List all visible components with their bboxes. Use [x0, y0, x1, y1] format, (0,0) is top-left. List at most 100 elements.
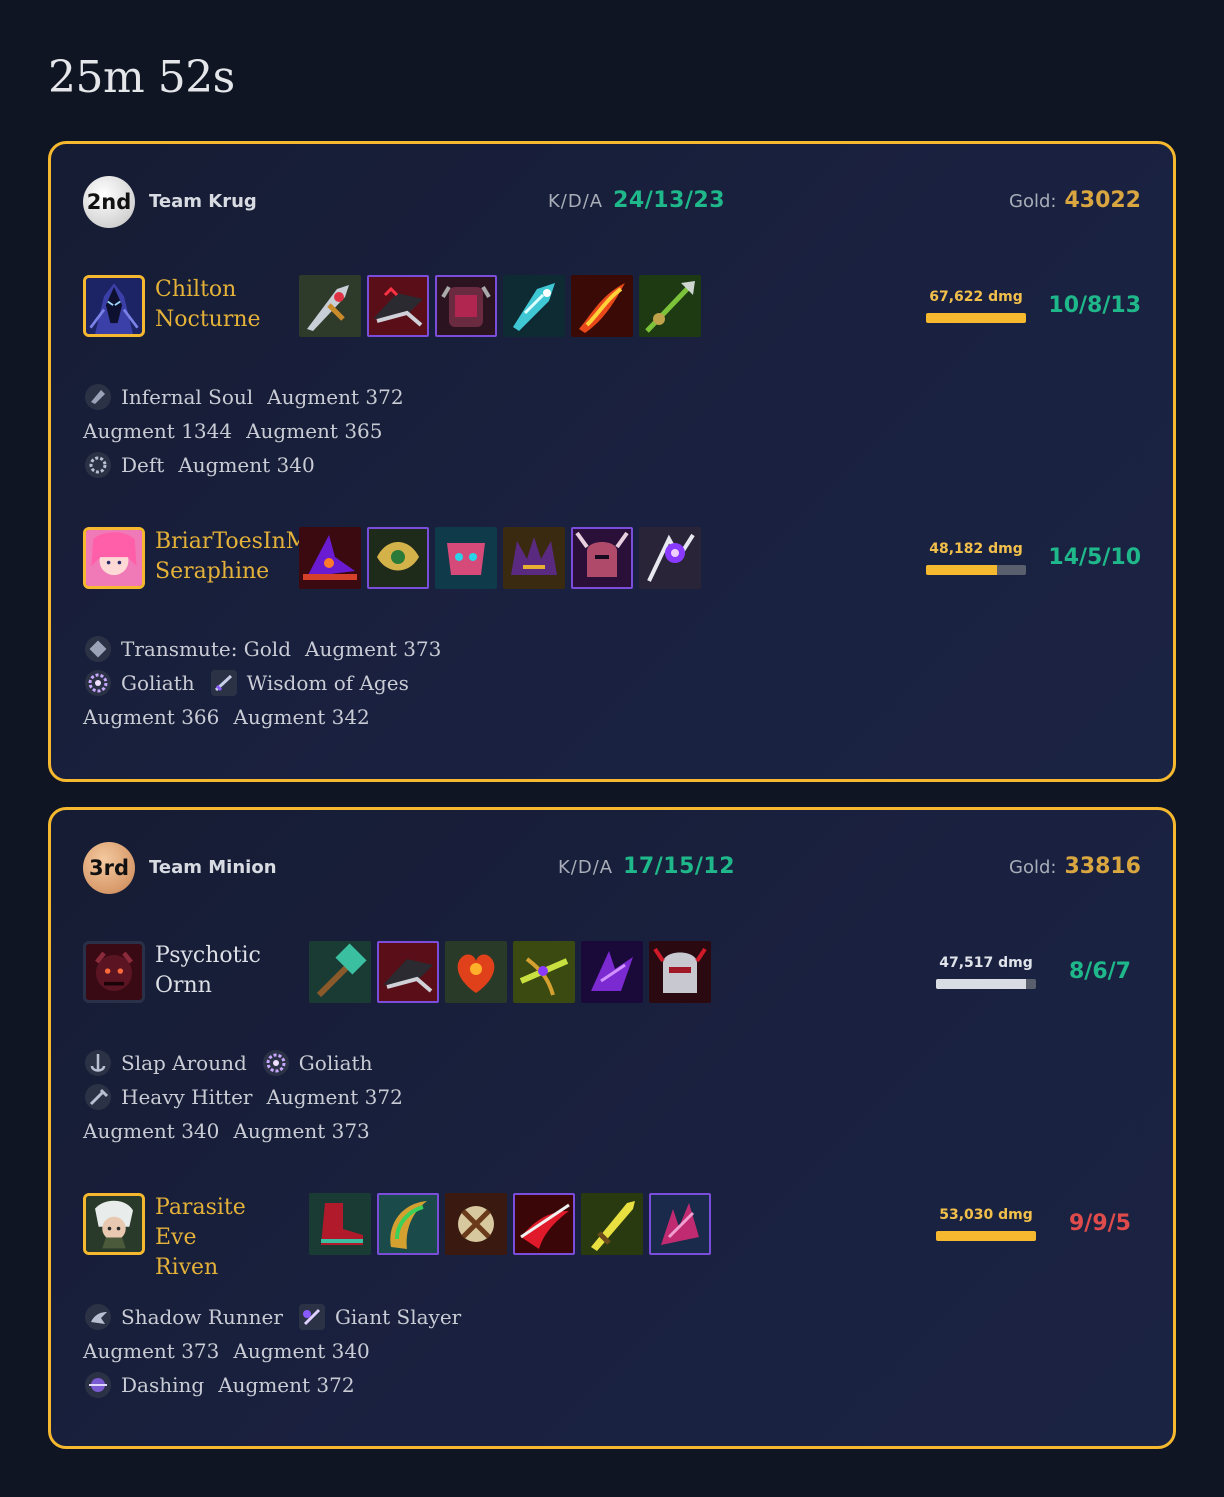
augment-list: Infernal Soul Augment 372 Augment 1344 A…	[83, 380, 418, 482]
augment[interactable]: Augment 1344	[83, 419, 232, 443]
helm-item-icon[interactable]	[649, 941, 711, 1003]
augment[interactable]: Augment 372	[266, 1085, 402, 1109]
nocturne-portrait[interactable]	[83, 275, 145, 337]
spear-item-icon[interactable]	[639, 275, 701, 337]
augment[interactable]: Giant Slayer	[297, 1302, 461, 1332]
augment[interactable]: Goliath	[83, 668, 195, 698]
augment[interactable]: Augment 372	[267, 385, 403, 409]
augment[interactable]: Slap Around	[83, 1048, 247, 1078]
hammer-item-icon[interactable]	[309, 941, 371, 1003]
crossbow-item-icon[interactable]	[513, 941, 575, 1003]
player-name-line: Eve	[155, 1225, 197, 1250]
player-row[interactable]: BriarToesInMouth Seraphine 48,182 dmg 14…	[83, 527, 1141, 589]
horned-helm-item-icon[interactable]	[571, 527, 633, 589]
armor-item-icon[interactable]	[435, 275, 497, 337]
team-kda-value: 24/13/23	[613, 188, 726, 213]
augment[interactable]: Augment 373	[83, 1339, 219, 1363]
augment[interactable]: Wisdom of Ages	[209, 668, 409, 698]
augment-line: Deft Augment 340	[83, 448, 418, 482]
augment-line: Goliath Wisdom of Ages	[83, 666, 455, 700]
golden-crest-item-icon[interactable]	[367, 527, 429, 589]
damage-value: 48,182 dmg	[929, 541, 1023, 557]
augment-label: Deft	[121, 453, 165, 477]
deft-icon	[83, 450, 113, 480]
yellow-sword-item-icon[interactable]	[581, 1193, 643, 1255]
augment-label: Slap Around	[121, 1051, 247, 1075]
augment[interactable]: Dashing	[83, 1370, 204, 1400]
seraphine-portrait[interactable]	[83, 527, 145, 589]
flame-blade-item-icon[interactable]	[571, 275, 633, 337]
serrated-blade-item-icon[interactable]	[367, 275, 429, 337]
pink-claw-item-icon[interactable]	[649, 1193, 711, 1255]
player-name[interactable]: Chilton Nocturne	[155, 275, 301, 335]
team-name: Team Krug	[149, 191, 257, 212]
augment[interactable]: Heavy Hitter	[83, 1082, 252, 1112]
game-duration: 25m 52s	[48, 52, 235, 103]
damage-meter: 67,622 dmg	[926, 289, 1026, 323]
augment[interactable]: Shadow Runner	[83, 1302, 283, 1332]
augment[interactable]: Augment 373	[305, 637, 441, 661]
bone-crest-item-icon[interactable]	[445, 1193, 507, 1255]
player-name[interactable]: Psychotic Ornn	[155, 941, 301, 1001]
augment-line: Augment 340 Augment 373	[83, 1114, 417, 1148]
player-kda: 14/5/10	[1048, 545, 1141, 570]
augment-list: Shadow Runner Giant Slayer Augment 373 A…	[83, 1300, 475, 1402]
augment[interactable]: Augment 342	[233, 705, 369, 729]
damage-bar-fill	[936, 1231, 1036, 1241]
ornn-portrait[interactable]	[83, 941, 145, 1003]
mask-item-icon[interactable]	[435, 527, 497, 589]
void-claw-item-icon[interactable]	[581, 941, 643, 1003]
red-scythe-item-icon[interactable]	[513, 1193, 575, 1255]
team-kda: K/D/A 17/15/12	[558, 854, 735, 879]
team-card-minion: 3rd Team Minion K/D/A 17/15/12 Gold: 33816…	[48, 807, 1176, 1449]
spectral-blade-item-icon[interactable]	[503, 275, 565, 337]
augment[interactable]: Transmute: Gold	[83, 634, 291, 664]
augment[interactable]: Augment 340	[233, 1339, 369, 1363]
augment-line: Augment 366 Augment 342	[83, 700, 455, 734]
riven-portrait[interactable]	[83, 1193, 145, 1255]
augment[interactable]: Infernal Soul	[83, 382, 253, 412]
player-row[interactable]: Psychotic Ornn 47,517 dmg 8/6/7	[83, 941, 1141, 1003]
augment[interactable]: Augment 366	[83, 705, 219, 729]
augment-label: Goliath	[121, 671, 195, 695]
augment[interactable]: Augment 373	[233, 1119, 369, 1143]
item-build	[299, 275, 701, 337]
damage-bar-fill	[926, 313, 1026, 323]
damage-meter: 53,030 dmg	[936, 1207, 1036, 1241]
team-kda-value: 17/15/12	[623, 854, 736, 879]
serrated-blade-item-icon[interactable]	[377, 941, 439, 1003]
damage-bar-fill	[936, 979, 1026, 989]
player-name[interactable]: BriarToesInMouth Seraphine	[155, 527, 301, 587]
rank-badge: 3rd	[83, 842, 135, 894]
player-name[interactable]: Parasite Eve Riven	[155, 1193, 255, 1283]
augment-line: Augment 373 Augment 340	[83, 1334, 475, 1368]
witch-hat-item-icon[interactable]	[299, 527, 361, 589]
player-name-line: BriarToesInMouth	[155, 529, 301, 554]
champion-name: Riven	[155, 1255, 219, 1280]
augment-list: Transmute: Gold Augment 373 Goliath Wisd…	[83, 632, 455, 734]
augment[interactable]: Augment 340	[83, 1119, 219, 1143]
goliath-icon	[261, 1048, 291, 1078]
transmute-gold-icon	[83, 634, 113, 664]
augment-label: Augment 372	[267, 385, 404, 409]
champion-name: Nocturne	[155, 307, 261, 332]
void-orb-item-icon[interactable]	[639, 527, 701, 589]
gold-label: Gold:	[1009, 857, 1057, 878]
heart-item-icon[interactable]	[445, 941, 507, 1003]
augment-label: Augment 340	[233, 1339, 370, 1363]
augment[interactable]: Deft	[83, 450, 164, 480]
augment-label: Wisdom of Ages	[246, 671, 409, 695]
augment[interactable]: Augment 340	[178, 453, 314, 477]
augment[interactable]: Augment 372	[218, 1373, 354, 1397]
augment[interactable]: Augment 365	[246, 419, 382, 443]
dark-crown-item-icon[interactable]	[503, 527, 565, 589]
champion-name: Ornn	[155, 973, 212, 998]
player-row[interactable]: Parasite Eve Riven 53,030 dmg 9/9/5	[83, 1193, 1141, 1283]
dagger-item-icon[interactable]	[299, 275, 361, 337]
player-row[interactable]: Chilton Nocturne 67,622 dmg 10/8/13	[83, 275, 1141, 337]
damage-meter: 47,517 dmg	[936, 955, 1036, 989]
green-glaive-item-icon[interactable]	[377, 1193, 439, 1255]
team-gold-value: 33816	[1064, 854, 1141, 879]
boots-item-icon[interactable]	[309, 1193, 371, 1255]
augment[interactable]: Goliath	[261, 1048, 372, 1078]
